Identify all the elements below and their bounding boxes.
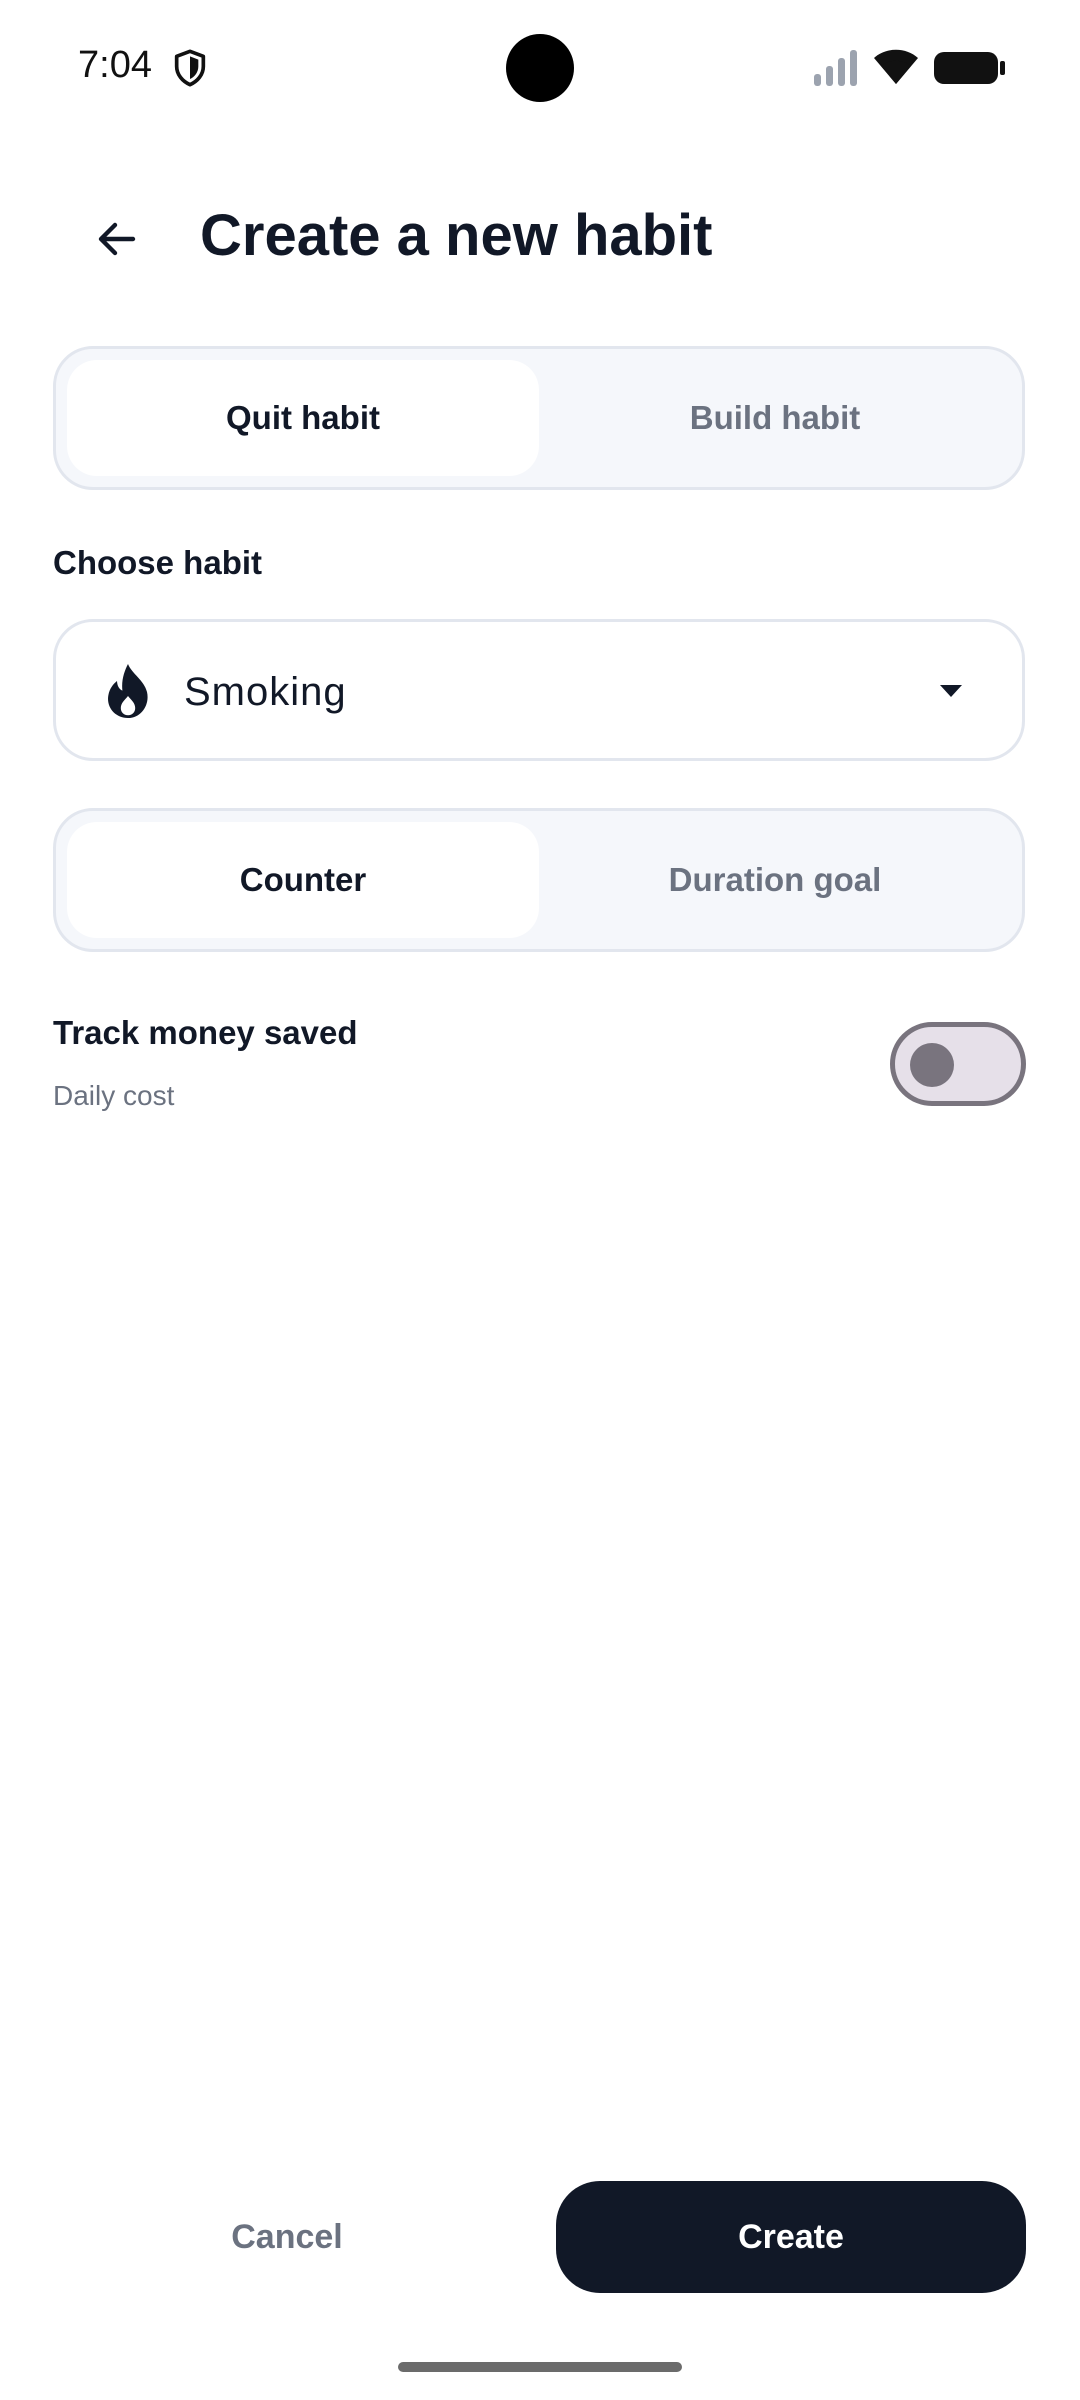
cancel-button[interactable]: Cancel (156, 2182, 418, 2292)
battery-icon (934, 52, 1005, 84)
status-time: 7:04 (78, 44, 152, 86)
back-button[interactable] (74, 196, 160, 282)
cell-signal-icon (814, 50, 857, 86)
shield-icon (174, 49, 206, 87)
habit-type-selector: Quit habit Build habit (53, 346, 1025, 490)
toggle-thumb (910, 1043, 954, 1087)
status-bar: 7:04 (0, 0, 1080, 136)
track-money-saved-label: Track money saved (53, 1014, 358, 1051)
segment-duration-goal[interactable]: Duration goal (539, 822, 1011, 938)
segment-build-habit[interactable]: Build habit (539, 360, 1011, 476)
habit-dropdown[interactable]: Smoking (53, 619, 1025, 761)
page-title: Create a new habit (200, 203, 713, 268)
habit-value: Smoking (184, 670, 347, 714)
flame-icon (108, 664, 148, 718)
camera-cutout (506, 34, 574, 102)
segment-counter[interactable]: Counter (67, 822, 539, 938)
daily-cost-label: Daily cost (53, 1080, 175, 1111)
segment-quit-habit[interactable]: Quit habit (67, 360, 539, 476)
wifi-icon (874, 49, 918, 84)
arrow-left-icon (98, 222, 136, 256)
create-button[interactable]: Create (556, 2181, 1026, 2293)
caret-down-icon (940, 685, 962, 697)
tracking-mode-selector: Counter Duration goal (53, 808, 1025, 952)
home-indicator[interactable] (398, 2362, 682, 2372)
track-money-saved-toggle[interactable] (890, 1022, 1026, 1106)
choose-habit-label: Choose habit (53, 544, 263, 581)
